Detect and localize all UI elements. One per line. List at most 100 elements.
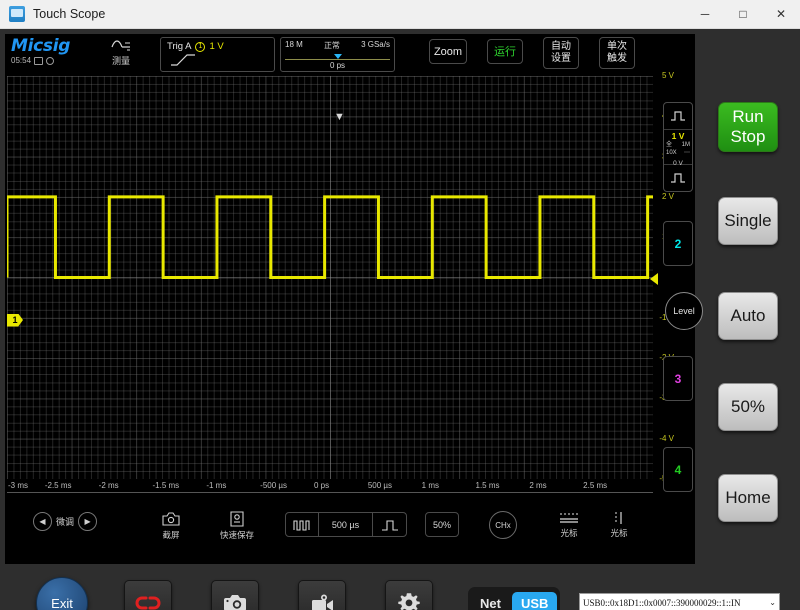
fine-tune-group[interactable]: ◀ 微调 ▶ — [33, 512, 98, 531]
quick-save-button[interactable]: 快速保存 — [213, 511, 261, 541]
run-state-button[interactable]: 运行 — [487, 39, 523, 64]
clock-text: 05:54 — [11, 56, 32, 65]
single-trigger-button[interactable]: 单次 触发 — [599, 37, 635, 69]
fine-tune-label: 微调 — [56, 517, 75, 527]
home-key[interactable]: Home — [718, 474, 778, 522]
ch1-waveform-type-icon-bottom[interactable] — [664, 165, 692, 191]
ch1-impedance: 1M — [681, 142, 690, 148]
trigger-position-marker[interactable]: ▼ — [334, 112, 345, 124]
trigger-row: Trig A 1 1 V — [161, 38, 274, 52]
channel-3-button[interactable]: 3 — [663, 356, 693, 401]
acquisition-mode-value: 正常 — [323, 41, 340, 50]
single-pulse-icon — [381, 519, 398, 531]
square-wave-icon — [671, 173, 685, 183]
brand-logo: Micsig — [11, 36, 71, 56]
screenshot-camera-icon — [162, 512, 180, 526]
trigger-level-knob[interactable]: Level — [665, 292, 703, 330]
screenshot-button[interactable]: 截屏 — [147, 511, 195, 541]
rising-edge-icon — [171, 54, 195, 66]
timebase-multi-waveform-button[interactable] — [286, 513, 319, 536]
voltage-tick-label: 5 V — [661, 71, 674, 80]
ch1-waveform-type-icon-top[interactable] — [664, 103, 692, 129]
measure-icon — [111, 40, 130, 51]
window-controls: ─ □ ✕ — [686, 0, 800, 29]
timebase-group[interactable]: 500 µs — [285, 512, 407, 537]
auto-setup-line1: 自动 — [551, 41, 571, 52]
device-select[interactable]: USB0::0x18D1::0x0007::390000029::1::IN ⌄ — [579, 593, 780, 610]
screenshot-label: 截屏 — [162, 530, 180, 540]
brand-sub: 05:54 — [11, 56, 70, 65]
chevron-down-icon: ⌄ — [769, 598, 776, 607]
timebase-single-waveform-button[interactable] — [373, 513, 406, 536]
connection-button[interactable] — [124, 580, 172, 610]
ch1-settings-row: 全 1M — [665, 141, 691, 149]
close-icon[interactable]: ✕ — [762, 0, 800, 29]
vertical-cursor-label: 光标 — [610, 528, 628, 538]
single-trigger-line2: 触发 — [607, 53, 627, 64]
time-tick-label: 1.5 ms — [475, 481, 500, 490]
camera-icon — [224, 595, 246, 610]
waveform-plot-area[interactable]: 1 ▼ — [7, 76, 658, 479]
device-select-value: USB0::0x18D1::0x0007::390000029::1::IN — [583, 597, 741, 608]
horizontal-cursor-button[interactable]: 光标 — [545, 511, 593, 539]
app-icon — [9, 6, 25, 22]
channel-2-button[interactable]: 2 — [663, 221, 693, 266]
measure-label: 测量 — [111, 56, 130, 66]
fine-tune-prev-button[interactable]: ◀ — [33, 512, 52, 531]
memory-position-bar[interactable] — [285, 54, 390, 60]
square-wave-icon — [671, 111, 685, 121]
save-file-icon — [230, 511, 244, 527]
vertical-cursor-button[interactable]: 光标 — [595, 511, 643, 539]
time-tick-label: 0 ps — [314, 481, 330, 490]
horizontal-cursor-icon — [560, 513, 578, 523]
sample-rate-value: 3 GSa/s — [361, 40, 390, 49]
scope-screen[interactable]: Micsig 05:54 测量 Trig A 1 1 V 18 M 正常 3 G… — [5, 34, 703, 564]
measure-button[interactable]: 测量 — [101, 38, 141, 67]
auto-setup-button[interactable]: 自动 设置 — [543, 37, 579, 69]
screenshot-capture-button[interactable] — [211, 580, 259, 610]
fine-tune-next-button[interactable]: ▶ — [78, 512, 98, 531]
interface-toggle[interactable]: Net USB — [468, 587, 561, 610]
memory-depth-value: 18 M — [285, 40, 303, 49]
time-tick-label: -500 µs — [260, 481, 287, 490]
usb-toggle-option[interactable]: USB — [511, 591, 558, 610]
maximize-icon[interactable]: □ — [724, 0, 762, 29]
scope-bottom-toolbar: ◀ 微调 ▶ 截屏 快速保存 500 µs 50% CHx 光标 光标 — [5, 504, 695, 554]
voltage-tick-label: 2 V — [661, 191, 674, 201]
channel-1-settings[interactable]: 1 V 全 1M 10X ⋯ 0 V — [664, 129, 692, 167]
time-tick-label: 500 µs — [367, 481, 393, 490]
run-stop-line1: Run — [732, 107, 764, 126]
zoom-button[interactable]: Zoom — [429, 39, 467, 64]
run-stop-line2: Stop — [730, 127, 766, 146]
battery-icon — [46, 56, 55, 65]
auto-setup-line2: 设置 — [551, 53, 571, 64]
time-tick-label: 2 ms — [529, 481, 547, 490]
trigger-info-box[interactable]: Trig A 1 1 V — [160, 37, 275, 72]
scope-top-toolbar: Micsig 05:54 测量 Trig A 1 1 V 18 M 正常 3 G… — [5, 34, 695, 76]
trigger-level-value: 1 V — [209, 41, 224, 52]
minimize-icon[interactable]: ─ — [686, 0, 724, 29]
trigger-name: Trig A — [167, 41, 192, 52]
timebase-value[interactable]: 500 µs — [319, 513, 373, 536]
time-tick-label: -1.5 ms — [152, 481, 180, 490]
channel-selector-button[interactable]: CHx — [489, 511, 517, 539]
channel-4-button[interactable]: 4 — [663, 447, 693, 492]
trigger-50-percent-button[interactable]: 50% — [425, 512, 459, 537]
window-titlebar: Touch Scope ─ □ ✕ — [0, 0, 800, 29]
display-icon[interactable] — [34, 56, 44, 65]
acquisition-info-box[interactable]: 18 M 正常 3 GSa/s 0 ps — [280, 37, 395, 72]
ch1-probe-ratio: 10X — [666, 150, 677, 156]
auto-key[interactable]: Auto — [718, 292, 778, 340]
video-record-button[interactable] — [298, 580, 346, 610]
run-stop-key[interactable]: Run Stop — [718, 102, 778, 152]
ch1-vertical-scale: 1 V — [671, 131, 685, 141]
video-camera-icon — [312, 594, 333, 610]
channel-1-panel[interactable]: 1 V 全 1M 10X ⋯ 0 V — [663, 102, 693, 192]
net-toggle-option[interactable]: Net — [471, 592, 510, 610]
time-axis: -3 ms -2.5 ms -2 ms -1.5 ms -1 ms -500 µs 0 ps… — [7, 481, 653, 493]
time-tick-label: -1 ms — [206, 481, 227, 490]
fifty-percent-key[interactable]: 50% — [718, 383, 778, 431]
single-key[interactable]: Single — [718, 197, 778, 245]
time-tick-label: -3 ms — [8, 481, 28, 490]
settings-button[interactable] — [385, 580, 433, 610]
